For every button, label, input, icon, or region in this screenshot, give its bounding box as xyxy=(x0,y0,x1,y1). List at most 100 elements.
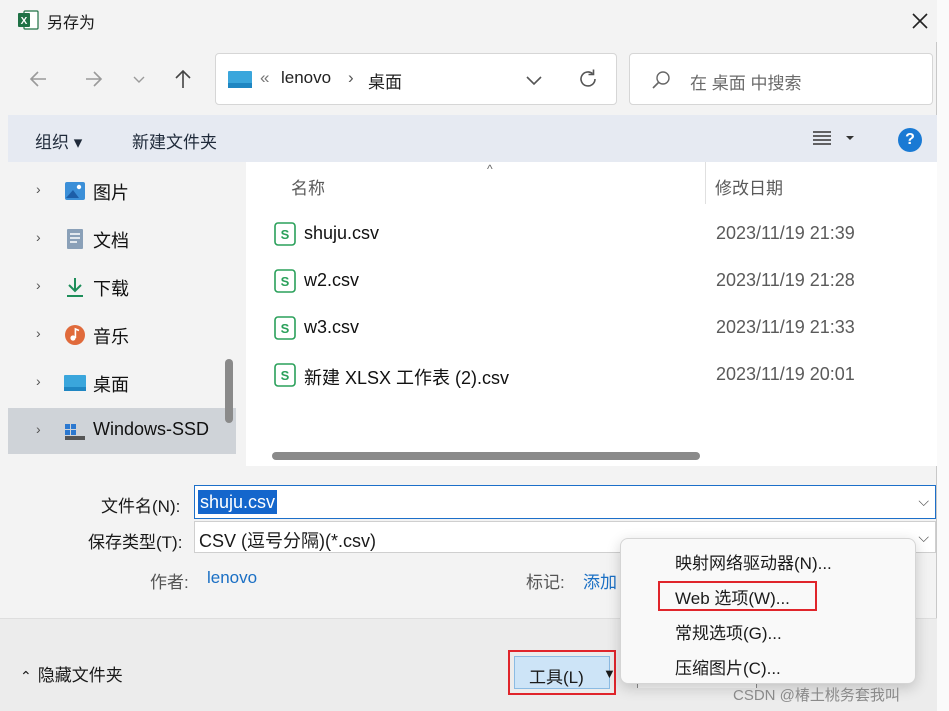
file-row[interactable]: S w2.csv 2023/11/19 21:28 xyxy=(246,258,937,305)
column-divider[interactable] xyxy=(705,162,706,204)
csv-file-icon: S xyxy=(274,269,296,293)
svg-text:S: S xyxy=(281,368,290,383)
sidebar-item-windows-ssd[interactable]: › Windows-SSD xyxy=(8,408,236,454)
sidebar-item-music[interactable]: › 音乐 xyxy=(8,312,236,358)
tools-button[interactable]: 工具(L) ▼ xyxy=(514,656,616,689)
watermark: CSDN @椿土桃务套我叫 xyxy=(733,687,900,704)
organize-button[interactable]: 组织 ▾ xyxy=(35,128,82,153)
recent-locations-chevron-icon[interactable] xyxy=(124,62,154,96)
new-folder-button[interactable]: 新建文件夹 xyxy=(132,128,217,153)
csv-file-icon: S xyxy=(274,222,296,246)
sidebar-item-label: 图片 xyxy=(93,183,129,203)
sidebar-item-label: 下载 xyxy=(93,279,129,299)
svg-text:S: S xyxy=(281,321,290,336)
desktop-icon xyxy=(64,375,86,391)
command-bar: 组织 ▾ 新建文件夹 xyxy=(8,115,937,162)
background-window-edge xyxy=(937,0,949,711)
back-arrow-icon[interactable] xyxy=(24,62,54,96)
filetype-value: CSV (逗号分隔)(*.csv) xyxy=(199,531,376,551)
breadcrumb-desktop[interactable]: 桌面 xyxy=(368,68,402,93)
downloads-icon xyxy=(67,278,83,297)
filename-dropdown-icon[interactable]: ⌵ xyxy=(918,493,929,510)
svg-text:S: S xyxy=(281,274,290,289)
menu-item-compress-pictures[interactable]: 压缩图片(C)... xyxy=(675,654,781,679)
file-list: ^ 名称 修改日期 S shuju.csv 2023/11/19 21:39 S… xyxy=(246,162,937,466)
tools-menu: 映射网络驱动器(N)... Web 选项(W)... 常规选项(G)... 压缩… xyxy=(620,538,916,684)
drive-icon xyxy=(65,424,85,440)
close-icon[interactable] xyxy=(905,6,935,36)
hide-folders-label: 隐藏文件夹 xyxy=(37,666,123,685)
author-value[interactable]: lenovo xyxy=(207,568,257,588)
horizontal-scrollbar[interactable] xyxy=(272,452,700,460)
author-label: 作者: xyxy=(150,573,189,592)
tools-label: 工具(L) xyxy=(529,668,584,687)
menu-item-map-network-drive[interactable]: 映射网络驱动器(N)... xyxy=(675,549,832,574)
expand-chevron-icon[interactable]: › xyxy=(36,229,41,245)
excel-icon: X xyxy=(18,10,39,30)
csv-file-icon: S xyxy=(274,316,296,340)
forward-arrow-icon[interactable] xyxy=(78,62,108,96)
tags-add-link[interactable]: 添加 xyxy=(583,568,617,593)
expand-chevron-icon[interactable]: › xyxy=(36,181,41,197)
file-name: shuju.csv xyxy=(304,223,380,243)
sidebar-item-downloads[interactable]: › 下载 xyxy=(8,264,236,310)
file-name: w2.csv xyxy=(304,270,360,290)
search-placeholder: 在 桌面 中搜索 xyxy=(690,74,802,93)
hide-folders-toggle[interactable]: ⌃ 隐藏文件夹 xyxy=(20,661,123,686)
menu-item-web-options[interactable]: Web 选项(W)... xyxy=(675,584,790,609)
title-bar: X 另存为 xyxy=(0,0,937,42)
breadcrumb-lenovo[interactable]: lenovo xyxy=(281,68,331,88)
file-name: 新建 XLSX 工作表 (2).csv xyxy=(304,368,510,388)
address-bar[interactable]: « lenovo › 桌面 xyxy=(215,53,617,105)
sort-ascending-icon: ^ xyxy=(487,162,493,176)
csv-file-icon: S xyxy=(274,363,296,387)
save-as-dialog: X 另存为 « lenovo › 桌面 在 桌面 中搜索 组织 ▾ 新建文件夹 … xyxy=(0,0,937,711)
expand-chevron-icon[interactable]: › xyxy=(36,325,41,341)
file-row[interactable]: S 新建 XLSX 工作表 (2).csv 2023/11/19 20:01 xyxy=(246,352,937,399)
help-icon[interactable]: ? xyxy=(898,128,922,152)
navigation-pane: › 图片 › 文档 › 下载 › 音乐 › 桌面 › Windows-SSD xyxy=(8,162,236,466)
filename-value[interactable]: shuju.csv xyxy=(198,490,278,514)
pictures-icon xyxy=(65,182,85,200)
file-date: 2023/11/19 21:28 xyxy=(716,270,855,290)
up-arrow-icon[interactable] xyxy=(168,62,198,96)
dialog-title: 另存为 xyxy=(47,15,96,32)
column-header-name[interactable]: 名称 xyxy=(291,174,325,199)
filename-input[interactable]: shuju.csv ⌵ xyxy=(194,485,936,519)
expand-chevron-icon[interactable]: › xyxy=(36,373,41,389)
sidebar-item-label: 音乐 xyxy=(93,327,129,347)
expand-chevron-icon[interactable]: › xyxy=(36,421,41,437)
view-list-icon[interactable] xyxy=(812,129,832,147)
search-box[interactable]: 在 桌面 中搜索 xyxy=(629,53,933,105)
file-row[interactable]: S w3.csv 2023/11/19 21:33 xyxy=(246,305,937,352)
sidebar-item-pictures[interactable]: › 图片 xyxy=(8,168,236,214)
documents-icon xyxy=(67,229,83,249)
file-name: w3.csv xyxy=(304,317,360,337)
sidebar-item-desktop[interactable]: › 桌面 xyxy=(8,360,236,406)
view-dropdown-icon[interactable] xyxy=(844,133,856,143)
filetype-dropdown-icon[interactable]: ⌵ xyxy=(918,529,929,546)
menu-item-general-options[interactable]: 常规选项(G)... xyxy=(675,619,782,644)
breadcrumb-separator[interactable]: › xyxy=(348,68,354,88)
sidebar-item-label: 文档 xyxy=(93,231,129,251)
file-date: 2023/11/19 21:39 xyxy=(716,223,855,243)
filetype-label: 保存类型(T): xyxy=(88,533,183,552)
sidebar-item-label: 桌面 xyxy=(93,375,129,395)
search-icon xyxy=(652,71,670,89)
tags-label: 标记: xyxy=(526,573,565,592)
file-date: 2023/11/19 20:01 xyxy=(716,364,855,384)
file-row[interactable]: S shuju.csv 2023/11/19 21:39 xyxy=(246,211,937,258)
sidebar-item-documents[interactable]: › 文档 xyxy=(8,216,236,262)
sidebar-scrollbar[interactable] xyxy=(225,359,233,423)
refresh-icon[interactable] xyxy=(576,67,600,91)
tools-dropdown-icon[interactable]: ▼ xyxy=(603,666,616,681)
svg-text:S: S xyxy=(281,227,290,242)
expand-chevron-icon[interactable]: › xyxy=(36,277,41,293)
sidebar-item-label: Windows-SSD xyxy=(93,419,210,439)
address-dropdown-icon[interactable] xyxy=(523,70,545,90)
filename-label: 文件名(N): xyxy=(101,497,181,516)
chevron-up-icon: ⌃ xyxy=(20,668,32,684)
desktop-folder-icon xyxy=(228,71,252,88)
column-header-date[interactable]: 修改日期 xyxy=(715,174,783,199)
breadcrumb-overflow[interactable]: « xyxy=(260,68,269,88)
